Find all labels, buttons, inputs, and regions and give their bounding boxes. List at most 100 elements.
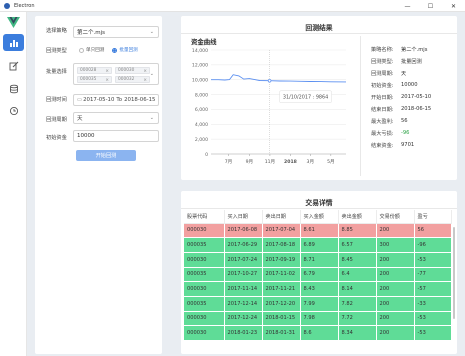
table-cell: 200: [376, 325, 415, 341]
close-icon[interactable]: ×: [105, 78, 109, 83]
close-icon[interactable]: ×: [143, 69, 147, 74]
scrollbar[interactable]: [453, 227, 455, 319]
table-cell: -57: [414, 281, 452, 297]
chevron-down-icon: ⌄: [149, 29, 154, 35]
close-button[interactable]: ✕: [442, 0, 465, 12]
chevron-down-icon: ⌄: [149, 115, 154, 121]
table-cell: 8.14: [338, 281, 377, 297]
table-row[interactable]: 000035 2017-12-14 2017-12-20 7.99 7.82 200 -33: [184, 296, 452, 312]
nav-backtest[interactable]: [3, 34, 24, 51]
y-tick-label: 12,000: [192, 63, 208, 69]
divider: [181, 33, 457, 34]
table-row[interactable]: 000030 2017-11-14 2017-11-21 8.43 8.14 200 -57: [184, 281, 452, 297]
column-header[interactable]: 卖出日期: [262, 210, 301, 224]
bar-chart-icon: [9, 39, 18, 47]
vue-logo-icon: [7, 17, 20, 28]
column-header[interactable]: 交易份额: [376, 210, 415, 224]
close-icon[interactable]: ×: [143, 78, 147, 83]
table-row[interactable]: 000030 2017-06-08 2017-07-04 8.61 8.85 200 56: [184, 223, 452, 239]
table-row[interactable]: 000030 2018-01-23 2018-01-31 8.6 8.34 200 -53: [184, 325, 452, 341]
y-tick-label: 8,000: [195, 92, 208, 98]
period-row: 回测周期: [46, 116, 75, 123]
info-row: 回测周期: 天: [371, 71, 407, 77]
maximize-button[interactable]: ☐: [419, 0, 442, 12]
tag-item: 000032 ×: [115, 76, 150, 83]
nav-edit[interactable]: [3, 57, 24, 74]
table-cell: 000035: [184, 296, 225, 312]
minimize-button[interactable]: —: [396, 0, 419, 12]
y-tick-label: 4,000: [195, 122, 208, 128]
table-cell: -53: [414, 252, 452, 268]
table-cell: 2017-12-14: [224, 296, 263, 312]
table-cell: -33: [414, 296, 452, 312]
table-cell: 000035: [184, 237, 225, 253]
column-header[interactable]: 股票代码: [184, 210, 225, 224]
x-tick-label: 9月: [246, 159, 254, 165]
y-tick-label: 6,000: [195, 107, 208, 113]
close-icon[interactable]: ×: [105, 69, 109, 74]
column-header[interactable]: 买入日期: [224, 210, 263, 224]
table-cell: 2017-08-18: [262, 237, 301, 253]
table-cell: 6.57: [338, 237, 377, 253]
column-header[interactable]: 买入金额: [300, 210, 339, 224]
start-backtest-button[interactable]: 开始回测: [76, 150, 136, 161]
table-cell: 000035: [184, 267, 225, 283]
table-cell: 000030: [184, 223, 225, 239]
trade-panel: 交易详情 股票代码 买入日期 卖出日期 买入金额 卖出金额 交易份额 盈亏 00…: [181, 191, 457, 354]
table-cell: 2017-12-20: [262, 296, 301, 312]
database-icon: [9, 84, 18, 93]
info-row: 结束资金: 9701: [371, 142, 415, 149]
period-select[interactable]: 天 ⌄: [73, 112, 159, 124]
strategy-select[interactable]: 第二个.mjs ⌄: [73, 26, 159, 38]
strategy-value: 第二个.mjs: [77, 30, 105, 36]
capital-row: 初始资金: [46, 134, 75, 141]
table-cell: 2017-10-27: [224, 267, 263, 283]
info-row: 最大盈利: 56: [371, 118, 408, 125]
radio-single[interactable]: 单只回测: [79, 47, 104, 53]
window-title: Electron: [14, 2, 35, 9]
type-label: 回测类型: [46, 48, 67, 54]
table-cell: -53: [414, 311, 452, 327]
date-range-picker[interactable]: ▭ 2017-05-10 To 2018-06-15: [73, 94, 159, 106]
table-cell: 000030: [184, 325, 225, 341]
table-cell: -77: [414, 267, 452, 283]
equity-line: [211, 74, 347, 83]
radio-batch[interactable]: 批量回测: [112, 47, 138, 53]
info-row: 开始日期: 2017-05-10: [371, 94, 432, 101]
table-cell: 000030: [184, 281, 225, 297]
table-cell: 7.72: [338, 311, 377, 327]
table-row[interactable]: 000030 2017-12-24 2018-01-15 7.98 7.72 200 -53: [184, 311, 452, 327]
table-row[interactable]: 000030 2017-07-24 2017-09-19 8.71 8.45 200 -53: [184, 252, 452, 268]
table-cell: 7.99: [300, 296, 339, 312]
info-row: 最大亏损: -96: [371, 130, 410, 137]
table-cell: 6.89: [300, 237, 339, 253]
capital-label: 初始资金: [46, 135, 67, 141]
batch-row: 批量选择: [46, 68, 75, 75]
table-cell: 56: [414, 223, 452, 239]
table-cell: 200: [376, 281, 415, 297]
table-cell: -96: [414, 237, 452, 253]
nav-database[interactable]: [3, 80, 24, 97]
table-cell: 300: [376, 237, 415, 253]
date-start: 2017-05-10: [83, 97, 115, 103]
y-tick-label: 10,000: [192, 78, 208, 84]
data-point: [267, 78, 272, 83]
nav-history[interactable]: [3, 102, 24, 119]
table-cell: 8.43: [300, 281, 339, 297]
tag-item: 000035 ×: [77, 76, 112, 83]
table-row[interactable]: 000035 2017-10-27 2017-11-02 6.79 6.4 200 -77: [184, 267, 452, 283]
column-header[interactable]: 盈亏: [414, 210, 452, 224]
batch-multiselect[interactable]: 000028 × 000030 × 000035 × 000032 × ⌄: [73, 63, 159, 85]
info-row: 回测类型: 批量回测: [371, 59, 422, 65]
table-cell: 2017-06-08: [224, 223, 263, 239]
column-header[interactable]: 卖出金额: [338, 210, 377, 224]
batch-label: 批量选择: [46, 69, 67, 75]
chevron-down-icon: ⌄: [149, 71, 154, 77]
capital-value: 10000: [77, 133, 95, 139]
x-tick-label: 5月: [327, 159, 335, 165]
table-cell: 2017-11-02: [262, 267, 301, 283]
period-value: 天: [77, 116, 83, 122]
capital-input[interactable]: 10000: [73, 130, 159, 142]
table-cell: 200: [376, 252, 415, 268]
table-row[interactable]: 000035 2017-06-29 2017-08-18 6.89 6.57 300 -96: [184, 237, 452, 253]
